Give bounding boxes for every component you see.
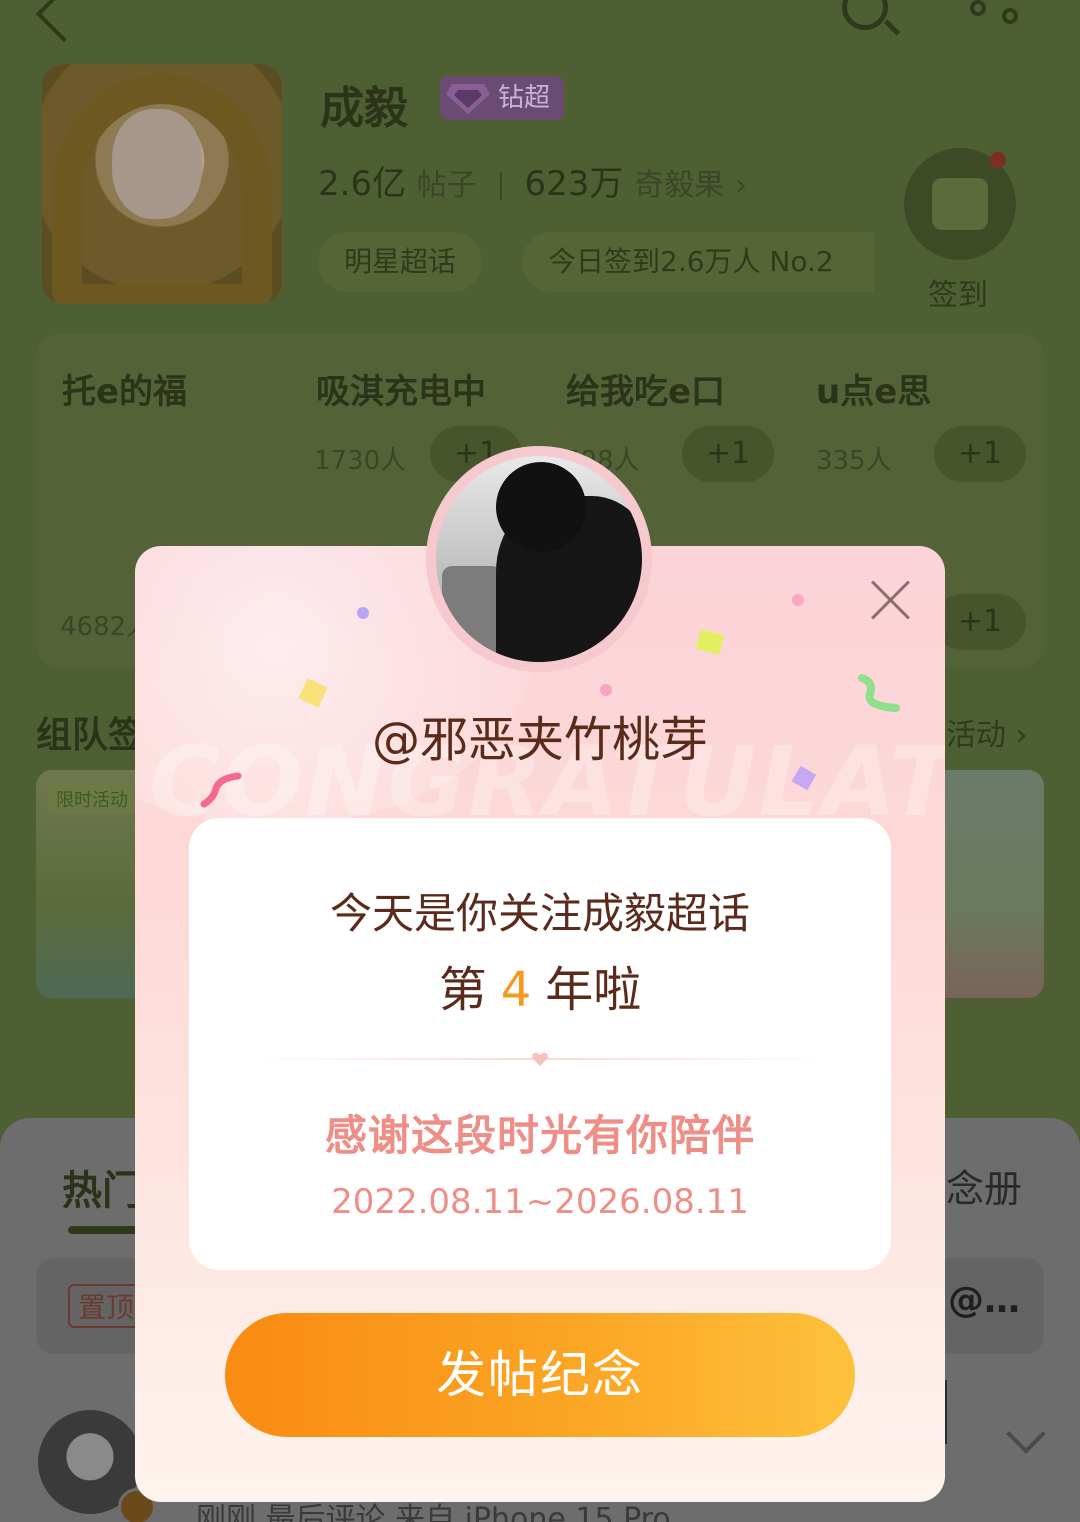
promo-banner[interactable]	[930, 770, 1044, 998]
watermark-logo	[944, 1380, 1004, 1444]
back-icon[interactable]	[35, 0, 93, 43]
star-name: 成毅	[320, 83, 408, 134]
hot-item-count: 335人	[816, 446, 892, 476]
years-message: 第 4 年啦	[189, 950, 891, 1020]
tab-underline	[68, 1226, 138, 1234]
level-badge-label: 钻超	[498, 83, 551, 113]
calendar-icon	[932, 178, 988, 230]
confetti-icon	[200, 772, 242, 808]
hot-item-title[interactable]: 吸淇充电中	[316, 364, 486, 413]
post-commemorate-button[interactable]: 发帖纪念	[225, 1313, 855, 1437]
stats-row: 2.6亿 帖子 623万 奇毅果 ›	[318, 156, 747, 205]
close-icon[interactable]	[870, 580, 910, 620]
posts-label: 帖子	[416, 168, 477, 203]
checkin-stats-chip[interactable]: 今日签到2.6万人 No.2	[522, 232, 874, 292]
years-prefix: 第	[438, 962, 487, 1018]
plus-one-button[interactable]: +1	[934, 594, 1026, 650]
search-icon[interactable]	[842, 0, 888, 30]
years-suffix: 年啦	[545, 962, 642, 1018]
thanks-message: 感谢这段时光有你陪伴	[324, 1111, 755, 1160]
promo-tag: 限时活动	[48, 784, 136, 814]
category-chip[interactable]: 明星超话	[318, 232, 483, 292]
posts-count: 2.6亿	[318, 164, 407, 204]
pinned-tag: 置顶	[68, 1284, 145, 1328]
checkin-label[interactable]: 签到	[928, 270, 988, 314]
hot-item-count: 1730人	[314, 446, 407, 476]
pinned-more: @…	[948, 1280, 1020, 1321]
years-count: 4	[500, 962, 532, 1018]
confetti-icon	[695, 629, 725, 655]
team-more-link[interactable]: 活动 ›	[946, 710, 1028, 754]
username: @邪恶夹竹桃芽	[371, 712, 708, 768]
diamond-icon	[446, 84, 490, 114]
tab-hot[interactable]: 热门	[62, 1158, 142, 1216]
team-section-title: 组队签	[36, 715, 145, 756]
confetti-icon	[600, 684, 612, 696]
date-range: 2022.08.11~2026.08.11	[331, 1182, 749, 1222]
confetti-icon	[357, 607, 369, 619]
user-avatar	[426, 446, 652, 672]
top-bar	[0, 0, 1080, 50]
hot-item-title[interactable]: u点e思	[816, 364, 931, 413]
star-avatar[interactable]	[42, 64, 282, 304]
hot-item-title[interactable]: 托e的福	[62, 364, 187, 413]
heart-icon	[532, 1052, 548, 1066]
level-badge: 钻超	[440, 76, 565, 120]
fruit-count[interactable]: 623万	[525, 164, 624, 204]
chevron-right-icon[interactable]: ›	[735, 168, 747, 203]
fruit-label[interactable]: 奇毅果	[634, 168, 724, 203]
follow-message: 今天是你关注成毅超话	[329, 889, 750, 938]
plus-one-button[interactable]: +1	[682, 426, 774, 482]
confetti-icon	[792, 594, 804, 606]
plus-one-button[interactable]: +1	[934, 426, 1026, 482]
tab-album[interactable]: 念册	[946, 1158, 1022, 1213]
hot-item-title[interactable]: 给我吃e口	[566, 364, 725, 413]
share-icon[interactable]	[970, 0, 1030, 34]
stats-divider	[499, 171, 502, 200]
notification-dot	[990, 152, 1006, 168]
